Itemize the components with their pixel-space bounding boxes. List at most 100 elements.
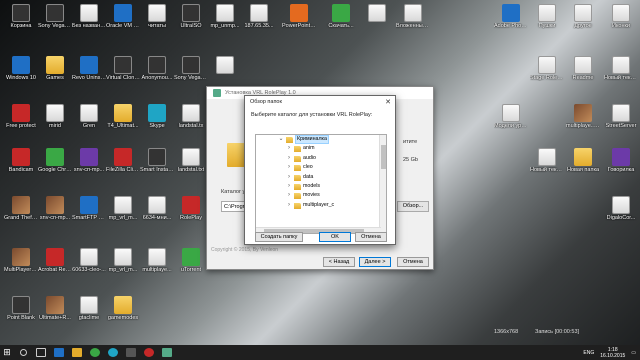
chevron-right-icon[interactable]: › (286, 201, 292, 210)
desktop-icon[interactable]: Acrobat Reader DC (38, 248, 72, 273)
desktop-icon[interactable]: multiplaye...-армык (566, 104, 600, 129)
desktop-icon[interactable] (360, 4, 394, 23)
desktop-icon[interactable]: Free protect (4, 104, 38, 129)
desktop-icon[interactable]: Games (38, 56, 72, 81)
desktop-icon[interactable]: 60633-cleo-... (72, 248, 106, 273)
desktop-icon[interactable]: mp_unmp... (208, 4, 242, 29)
desktop-icon[interactable]: SmartFTP Client (72, 196, 106, 221)
desktop-icon[interactable]: landstal.txt (174, 148, 208, 173)
desktop-icon[interactable]: gtaclime (72, 296, 106, 321)
tree-item[interactable]: ⌄ Криминалка (256, 135, 386, 144)
folder-tree[interactable]: ⌄ Криминалка › anim › audio › cleo › data › models ›… (255, 134, 387, 234)
tree-item[interactable]: › movies (256, 191, 386, 200)
desktop-icon[interactable]: Point Blank (4, 296, 38, 321)
desktop-icon[interactable]: Модели урм в бетон (494, 104, 528, 129)
desktop-icon[interactable]: Stage RolePlay (530, 56, 564, 81)
desktop-icon[interactable]: Skype (140, 104, 174, 129)
desktop-icon[interactable]: Sony Vegas Pro 13.0 (38, 4, 72, 29)
search-icon[interactable] (14, 345, 32, 360)
back-button[interactable]: < Назад (323, 257, 355, 267)
tree-item[interactable]: › multiplayer_c (256, 201, 386, 210)
desktop-icon[interactable]: Новый текстов... (530, 148, 564, 173)
desktop-icon[interactable]: StreetServer (604, 104, 638, 129)
installer-cancel-button[interactable]: Отмена (397, 257, 429, 267)
windows-start-icon[interactable]: ⊞ (0, 345, 14, 360)
dialog-cancel-button[interactable]: Отмена (355, 232, 387, 242)
skype-icon[interactable] (104, 345, 122, 360)
desktop-icon[interactable]: uTorrent (174, 248, 208, 273)
task-view-icon[interactable] (32, 345, 50, 360)
desktop-icon[interactable]: Virtual CloneDrive (106, 56, 140, 81)
desktop-icon[interactable]: Вложенные аккаунты (396, 4, 430, 29)
desktop-icon[interactable]: Revo Uninstall... (72, 56, 106, 81)
tree-item[interactable]: › cleo (256, 163, 386, 172)
tree-item[interactable]: › data (256, 173, 386, 182)
desktop-icon[interactable]: T4_Ultimat... (106, 104, 140, 129)
desktop-icon[interactable]: Adobe Photosh... (494, 4, 528, 29)
desktop-icon[interactable]: mp_vrl_m... (106, 248, 140, 273)
desktop-icon[interactable]: Без названия (72, 4, 106, 29)
desktop-icon[interactable]: RolePlay (174, 196, 208, 221)
desktop-icon[interactable]: Пушки (530, 4, 564, 29)
explorer-icon[interactable] (68, 345, 86, 360)
bandicam-icon[interactable] (140, 345, 158, 360)
tree-vscroll-thumb[interactable] (381, 145, 386, 169)
tree-item[interactable]: › anim (256, 144, 386, 153)
chevron-right-icon[interactable]: › (286, 191, 292, 200)
desktop-icon[interactable]: Oracle VM VirtualBox (106, 4, 140, 29)
notifications-icon[interactable]: ▭ (631, 350, 636, 356)
desktop-icon[interactable]: Новая папка (566, 148, 600, 173)
clock[interactable]: 1:18 16.10.2015 (600, 347, 625, 359)
close-icon[interactable]: ✕ (385, 98, 391, 106)
chevron-right-icon[interactable]: › (286, 173, 292, 182)
desktop-icon[interactable]: Новый текстовый... (604, 56, 638, 81)
desktop-icon[interactable]: snv-сп-mp... (38, 196, 72, 221)
chevron-down-icon[interactable]: ⌄ (278, 135, 284, 144)
desktop-icon[interactable]: DigaloCor... (604, 196, 638, 221)
desktop-icon[interactable]: PowerPoint 2016 (282, 4, 316, 29)
desktop-icon[interactable]: Readme (566, 56, 600, 81)
language-indicator[interactable]: ENG (583, 350, 594, 356)
app-icon[interactable] (122, 345, 140, 360)
tree-item[interactable]: › models (256, 182, 386, 191)
desktop-icon[interactable]: UltraISO (174, 4, 208, 29)
ok-button[interactable]: OK (319, 232, 351, 242)
new-folder-button[interactable]: Создать папку (255, 232, 303, 242)
installer-taskbar-icon[interactable] (158, 345, 176, 360)
desktop-icon[interactable] (208, 56, 242, 75)
desktop-icon[interactable]: landstal.tx (174, 104, 208, 129)
desktop-icon[interactable]: Gren (72, 104, 106, 129)
desktop-icon[interactable]: multiplaye... (140, 248, 174, 273)
desktop-icon[interactable]: Grand Theft Auto San... (4, 196, 38, 221)
desktop-icon[interactable]: Скачать... (324, 4, 358, 29)
desktop-icon[interactable]: Корзина (4, 4, 38, 29)
desktop-icon[interactable]: gamemodes (106, 296, 140, 321)
chevron-right-icon[interactable]: › (286, 144, 292, 153)
desktop-icon[interactable]: Google Chrome (38, 148, 72, 173)
chevron-right-icon[interactable]: › (286, 154, 292, 163)
desktop-icon[interactable]: Иконки (604, 4, 638, 29)
desktop-icon[interactable]: snv-сп-mp... (72, 148, 106, 173)
desktop-icon[interactable]: Windows 10 (4, 56, 38, 81)
desktop-icon[interactable]: Другое (566, 4, 600, 29)
chevron-right-icon[interactable]: › (286, 182, 292, 191)
desktop-icon[interactable]: 6634-мни... (140, 196, 174, 221)
dialog-titlebar[interactable]: Обзор папок ✕ (245, 96, 395, 108)
desktop-icon[interactable]: FileZilla Client (106, 148, 140, 173)
tree-vertical-scrollbar[interactable] (379, 135, 386, 233)
tree-item[interactable]: › audio (256, 154, 386, 163)
desktop-icon[interactable]: читаты (140, 4, 174, 29)
chrome-icon[interactable] (86, 345, 104, 360)
desktop-icon[interactable]: Sony Vegas Pro 13.0 В (174, 56, 208, 81)
desktop-icon[interactable]: Bandicam (4, 148, 38, 173)
chevron-right-icon[interactable]: › (286, 163, 292, 172)
desktop-icon[interactable]: 187.65.35... (242, 4, 276, 29)
desktop-icon[interactable]: mp_vrl_m... (106, 196, 140, 221)
next-button[interactable]: Далее > (359, 257, 391, 267)
edge-icon[interactable] (50, 345, 68, 360)
desktop-icon[interactable]: Говорилка (604, 148, 638, 173)
desktop-icon[interactable]: Smart Install Maker (140, 148, 174, 173)
desktop-icon[interactable]: MultiPlayer [0.3e] (4, 248, 38, 273)
desktop-icon[interactable]: mirid (38, 104, 72, 129)
browse-button[interactable]: Обзор... (397, 201, 429, 212)
